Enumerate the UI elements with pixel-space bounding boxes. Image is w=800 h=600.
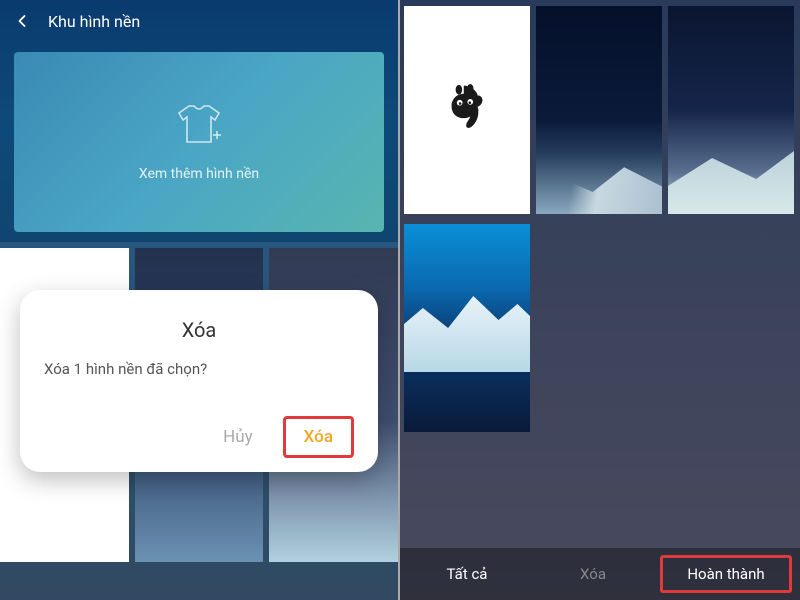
page-title: Khu hình nền <box>48 12 140 31</box>
dialog-message: Xóa 1 hình nền đã chọn? <box>44 360 354 378</box>
dialog-title: Xóa <box>44 318 354 342</box>
dialog-actions: Hủy Xóa <box>44 416 354 458</box>
wallpaper-thumb[interactable] <box>668 6 794 214</box>
cancel-button[interactable]: Hủy <box>211 419 265 455</box>
select-all-button[interactable]: Tất cả <box>404 555 530 593</box>
wallpaper-thumb[interactable] <box>404 6 530 214</box>
wallpaper-grid <box>400 0 800 438</box>
wallpaper-gallery-screen: Khu hình nền Xem thêm hình nền Xóa Xóa 1… <box>0 0 400 600</box>
back-icon[interactable] <box>12 11 32 31</box>
bottom-action-bar: Tất cả Xóa Hoàn thành <box>400 548 800 600</box>
delete-button[interactable]: Xóa <box>530 555 656 593</box>
more-wallpapers-card[interactable]: Xem thêm hình nền <box>14 52 384 232</box>
wallpaper-thumb[interactable] <box>404 224 530 432</box>
wallpaper-thumb[interactable] <box>536 6 662 214</box>
delete-dialog: Xóa Xóa 1 hình nền đã chọn? Hủy Xóa <box>20 290 378 472</box>
more-wallpapers-label: Xem thêm hình nền <box>139 166 259 182</box>
header: Khu hình nền <box>0 0 398 42</box>
wallpaper-thumb[interactable] <box>536 220 662 428</box>
shirt-plus-icon <box>173 102 225 152</box>
done-button[interactable]: Hoàn thành <box>660 555 792 593</box>
uc-squirrel-icon <box>441 84 493 136</box>
delete-button[interactable]: Xóa <box>283 416 354 458</box>
wallpaper-select-screen: Tất cả Xóa Hoàn thành <box>400 0 800 600</box>
wallpaper-thumb[interactable] <box>668 220 794 428</box>
